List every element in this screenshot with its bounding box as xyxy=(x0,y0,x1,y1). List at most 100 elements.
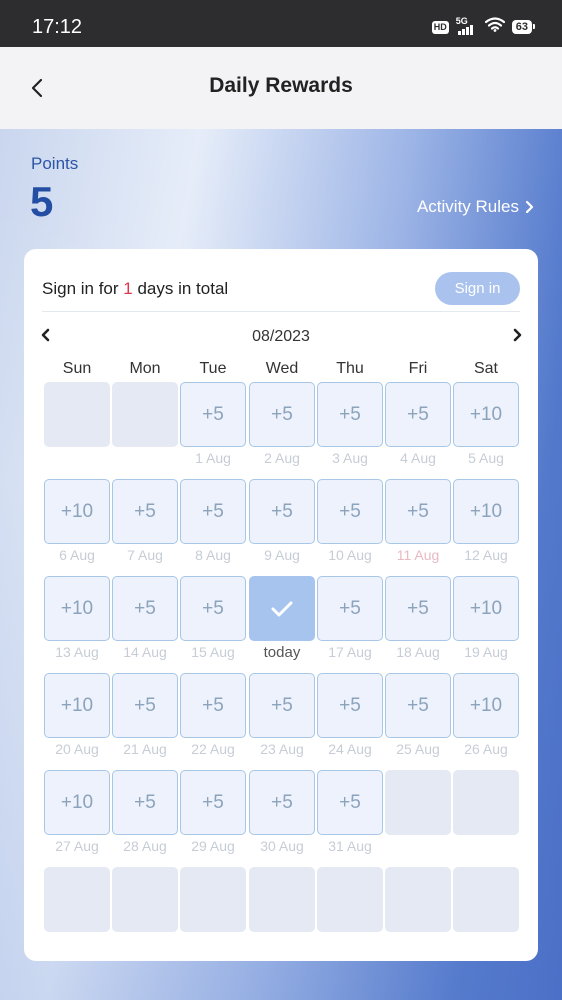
calendar-day-cell[interactable]: +5 xyxy=(112,673,178,738)
reward-points-label: +5 xyxy=(271,500,293,522)
calendar-day-cell[interactable]: +10 xyxy=(44,479,110,544)
reward-points-label: +10 xyxy=(60,694,94,716)
reward-points-label: +10 xyxy=(60,500,94,522)
calendar-day-cell[interactable]: +5 xyxy=(249,770,315,835)
date-label: 2 Aug xyxy=(264,450,300,466)
reward-points-label: +5 xyxy=(339,500,361,522)
calendar-day-cell[interactable]: +5 xyxy=(112,479,178,544)
signin-text-prefix: Sign in for xyxy=(42,279,124,298)
page-title: Daily Rewards xyxy=(209,74,353,97)
calendar-day-cell[interactable]: +5 xyxy=(180,576,246,641)
date-label: 11 Aug xyxy=(396,547,440,563)
date-label: 20 Aug xyxy=(55,741,99,757)
signin-text-suffix: days in total xyxy=(132,279,229,298)
calendar-day-cell[interactable]: +5 xyxy=(385,382,451,447)
nav-bar: Daily Rewards xyxy=(0,47,562,129)
date-label: 22 Aug xyxy=(191,741,235,757)
weekday-mon: Mon xyxy=(129,360,161,377)
reward-points-label: +5 xyxy=(271,403,293,425)
calendar-day-cell[interactable]: +5 xyxy=(317,479,383,544)
calendar-day-cell[interactable]: +5 xyxy=(317,770,383,835)
calendar-day-cell[interactable]: +5 xyxy=(180,770,246,835)
calendar-day-cell-checked[interactable] xyxy=(249,576,315,641)
calendar-day-cell[interactable]: +5 xyxy=(180,673,246,738)
chevron-right-icon xyxy=(513,328,522,342)
date-label: 31 Aug xyxy=(328,838,372,854)
reward-points-label: +10 xyxy=(469,597,503,619)
reward-points-label: +5 xyxy=(271,694,293,716)
date-label: 7 Aug xyxy=(127,547,163,563)
calendar-day-cell[interactable]: +10 xyxy=(453,673,519,738)
reward-points-label: +5 xyxy=(339,403,361,425)
sign-in-button[interactable]: Sign in xyxy=(435,272,520,305)
date-label: 27 Aug xyxy=(55,838,99,854)
calendar-empty-cell xyxy=(453,770,519,835)
reward-points-label: +5 xyxy=(134,500,156,522)
date-label: 15 Aug xyxy=(191,644,235,660)
rewards-card: Sign in for 1 days in total Sign in 08/2… xyxy=(24,249,538,961)
weekday-thu: Thu xyxy=(336,360,364,377)
signin-summary: Sign in for 1 days in total xyxy=(42,279,228,299)
reward-points-label: +10 xyxy=(60,791,94,813)
calendar-day-cell[interactable]: +5 xyxy=(112,770,178,835)
reward-points-label: +5 xyxy=(339,694,361,716)
reward-points-label: +10 xyxy=(469,403,503,425)
status-bar: 17:12 HD 5G 63 xyxy=(0,0,562,47)
calendar-day-cell[interactable]: +5 xyxy=(385,673,451,738)
wifi-icon xyxy=(484,17,505,37)
date-label: 23 Aug xyxy=(260,741,304,757)
calendar-empty-cell xyxy=(112,867,178,932)
checkmark-icon xyxy=(271,601,293,616)
calendar-day-cell[interactable]: +5 xyxy=(385,479,451,544)
calendar-empty-cell xyxy=(317,867,383,932)
calendar-day-cell[interactable]: +10 xyxy=(453,576,519,641)
calendar-empty-cell xyxy=(249,867,315,932)
date-label: 17 Aug xyxy=(328,644,372,660)
calendar-day-cell[interactable]: +5 xyxy=(317,673,383,738)
calendar-day-cell[interactable]: +10 xyxy=(453,479,519,544)
reward-points-label: +5 xyxy=(407,403,429,425)
calendar-day-cell[interactable]: +5 xyxy=(180,479,246,544)
date-label: 1 Aug xyxy=(195,450,231,466)
calendar-day-cell[interactable]: +10 xyxy=(44,576,110,641)
date-label: 21 Aug xyxy=(123,741,167,757)
calendar-day-cell[interactable]: +5 xyxy=(249,382,315,447)
calendar-day-cell[interactable]: +10 xyxy=(44,673,110,738)
date-label: 10 Aug xyxy=(328,547,372,563)
date-label: 13 Aug xyxy=(55,644,99,660)
calendar-empty-cell xyxy=(44,867,110,932)
reward-points-label: +5 xyxy=(202,791,224,813)
reward-points-label: +5 xyxy=(339,791,361,813)
calendar-day-cell[interactable]: +10 xyxy=(44,770,110,835)
activity-rules-link[interactable]: Activity Rules xyxy=(417,197,534,217)
activity-rules-label: Activity Rules xyxy=(416,197,519,216)
calendar-day-cell[interactable]: +5 xyxy=(249,673,315,738)
date-label: 3 Aug xyxy=(332,450,368,466)
reward-points-label: +5 xyxy=(202,597,224,619)
signal-5g-icon: 5G xyxy=(456,16,478,35)
date-label: 26 Aug xyxy=(464,741,508,757)
points-label: Points xyxy=(31,154,79,173)
reward-points-label: +10 xyxy=(469,500,503,522)
calendar-day-cell[interactable]: +5 xyxy=(317,382,383,447)
reward-points-label: +5 xyxy=(134,791,156,813)
calendar-day-cell[interactable]: +5 xyxy=(249,479,315,544)
today-label: today xyxy=(263,644,301,661)
date-label: 18 Aug xyxy=(396,644,440,660)
calendar-day-cell[interactable]: +5 xyxy=(385,576,451,641)
weekday-sat: Sat xyxy=(473,360,498,377)
next-month-button[interactable] xyxy=(510,325,524,345)
calendar-day-cell[interactable]: +5 xyxy=(112,576,178,641)
battery-icon: 63 xyxy=(511,20,536,34)
signin-count: 1 xyxy=(123,279,133,298)
reward-points-label: +5 xyxy=(202,500,224,522)
reward-points-label: +5 xyxy=(407,694,429,716)
date-label: 28 Aug xyxy=(123,838,167,854)
calendar-day-cell[interactable]: +5 xyxy=(317,576,383,641)
hd-icon: HD xyxy=(431,20,449,34)
reward-points-label: +5 xyxy=(339,597,361,619)
calendar-day-cell[interactable]: +10 xyxy=(453,382,519,447)
calendar-empty-cell xyxy=(112,382,178,447)
calendar-empty-cell xyxy=(453,867,519,932)
calendar-day-cell[interactable]: +5 xyxy=(180,382,246,447)
